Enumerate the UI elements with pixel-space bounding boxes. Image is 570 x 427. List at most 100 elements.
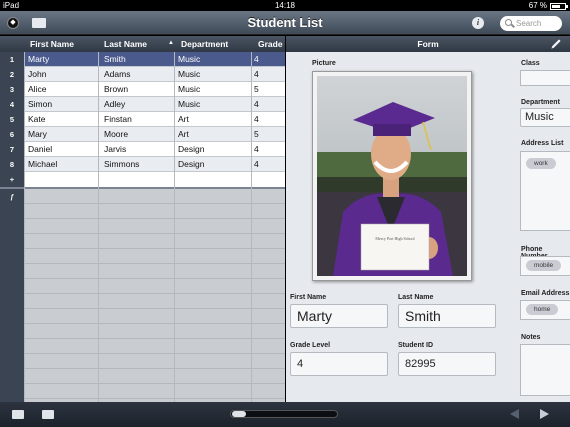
table-row[interactable]: Marty Smith Music 4 bbox=[24, 52, 285, 67]
notes-field[interactable] bbox=[520, 344, 570, 396]
add-record-icon[interactable] bbox=[12, 410, 24, 419]
last-name-field[interactable]: Smith bbox=[398, 304, 496, 328]
table-header: First Name Last Name ▲ Department Grade bbox=[0, 36, 285, 52]
table-row[interactable]: Kate Finstan Art 4 bbox=[24, 112, 285, 127]
table-cell-grade[interactable]: 4 bbox=[254, 112, 259, 127]
table-cell-dept[interactable]: Music bbox=[178, 97, 200, 112]
previous-record-arrow-icon[interactable] bbox=[510, 409, 519, 419]
table-cell-dept[interactable]: Music bbox=[178, 67, 200, 82]
table-cell-grade[interactable]: 4 bbox=[254, 142, 259, 157]
table-cell-first[interactable]: Kate bbox=[28, 112, 46, 127]
table-cell-first[interactable]: Alice bbox=[28, 82, 46, 97]
address-list-label: Address List bbox=[521, 140, 564, 147]
formula-icon[interactable]: f bbox=[0, 189, 24, 204]
battery-icon bbox=[550, 2, 568, 10]
table-cell-first[interactable]: Simon bbox=[28, 97, 52, 112]
student-photo[interactable]: Mercy Port High School bbox=[312, 71, 472, 281]
class-field[interactable] bbox=[520, 70, 570, 86]
row-number[interactable]: 5 bbox=[0, 112, 24, 127]
row-number[interactable]: 4 bbox=[0, 97, 24, 112]
row-number[interactable]: 1 bbox=[0, 52, 24, 67]
info-button[interactable]: i bbox=[472, 17, 484, 29]
empty-row bbox=[24, 219, 285, 234]
row-number[interactable]: 3 bbox=[0, 82, 24, 97]
table-cell-last[interactable]: Moore bbox=[104, 127, 128, 142]
next-record-arrow-icon[interactable] bbox=[540, 409, 549, 419]
table-cell-first[interactable]: John bbox=[28, 67, 46, 82]
search-placeholder: Search bbox=[516, 19, 542, 28]
email-type-pill[interactable]: home bbox=[526, 304, 559, 315]
student-table: First Name Last Name ▲ Department Grade … bbox=[0, 36, 285, 402]
column-header-grade[interactable]: Grade bbox=[258, 39, 283, 49]
form-title: Form bbox=[417, 39, 439, 49]
search-icon bbox=[505, 19, 512, 26]
empty-row bbox=[24, 234, 285, 249]
table-cell-last[interactable]: Brown bbox=[104, 82, 128, 97]
row-number[interactable]: 2 bbox=[0, 67, 24, 82]
table-cell-last[interactable]: Adley bbox=[104, 97, 125, 112]
table-cell-dept[interactable]: Design bbox=[178, 142, 204, 157]
table-cell-last[interactable]: Jarvis bbox=[104, 142, 126, 157]
battery-indicator: 67 % bbox=[529, 0, 568, 11]
picture-label: Picture bbox=[312, 60, 336, 67]
column-header-last-name[interactable]: Last Name bbox=[104, 39, 147, 49]
first-name-label: First Name bbox=[290, 294, 327, 301]
table-cell-last[interactable]: Finstan bbox=[104, 112, 132, 127]
table-row[interactable]: Daniel Jarvis Design 4 bbox=[24, 142, 285, 157]
edit-pencil-icon[interactable] bbox=[550, 38, 562, 50]
table-cell-dept[interactable]: Design bbox=[178, 157, 204, 172]
empty-row bbox=[24, 309, 285, 324]
empty-row bbox=[24, 204, 285, 219]
table-cell-first[interactable]: Marty bbox=[28, 52, 49, 67]
table-cell-dept[interactable]: Music bbox=[178, 52, 200, 67]
table-cell-first[interactable]: Mary bbox=[28, 127, 47, 142]
student-id-field[interactable]: 82995 bbox=[398, 352, 496, 376]
empty-row bbox=[24, 384, 285, 399]
clock: 14:18 bbox=[274, 1, 296, 10]
table-cell-first[interactable]: Daniel bbox=[28, 142, 52, 157]
comment-icon[interactable] bbox=[42, 410, 54, 419]
row-number[interactable]: 8 bbox=[0, 157, 24, 172]
table-row[interactable]: John Adams Music 4 bbox=[24, 67, 285, 82]
first-name-field[interactable]: Marty bbox=[290, 304, 388, 328]
add-row[interactable] bbox=[24, 172, 285, 187]
table-row[interactable]: Simon Adley Music 4 bbox=[24, 97, 285, 112]
row-number-column: 1 2 3 4 5 6 7 8 + f bbox=[0, 52, 24, 402]
address-type-pill[interactable]: work bbox=[526, 158, 556, 169]
table-cell-last[interactable]: Simmons bbox=[104, 157, 139, 172]
class-label: Class bbox=[521, 60, 540, 67]
student-id-label: Student ID bbox=[398, 342, 433, 349]
table-cell-dept[interactable]: Music bbox=[178, 82, 200, 97]
empty-row bbox=[24, 189, 285, 204]
empty-row bbox=[24, 264, 285, 279]
empty-row bbox=[24, 279, 285, 294]
phone-type-pill[interactable]: mobile bbox=[526, 260, 562, 271]
empty-row bbox=[24, 369, 285, 384]
department-field[interactable]: Music bbox=[520, 108, 570, 127]
row-number[interactable]: 7 bbox=[0, 142, 24, 157]
table-cell-last[interactable]: Smith bbox=[104, 52, 126, 67]
table-cell-grade[interactable]: 5 bbox=[254, 127, 259, 142]
table-cell-dept[interactable]: Art bbox=[178, 127, 189, 142]
table-row[interactable]: Michael Simmons Design 4 bbox=[24, 157, 285, 172]
table-cell-grade[interactable]: 4 bbox=[254, 67, 259, 82]
column-header-department[interactable]: Department bbox=[181, 39, 228, 49]
grade-level-field[interactable]: 4 bbox=[290, 352, 388, 376]
table-cell-dept[interactable]: Art bbox=[178, 112, 189, 127]
add-row-plus-icon[interactable]: + bbox=[0, 172, 24, 187]
slider-knob[interactable] bbox=[232, 411, 246, 417]
row-number[interactable]: 6 bbox=[0, 127, 24, 142]
table-row[interactable]: Alice Brown Music 5 bbox=[24, 82, 285, 97]
table-cell-last[interactable]: Adams bbox=[104, 67, 130, 82]
table-cell-grade[interactable]: 4 bbox=[254, 157, 259, 172]
column-header-first-name[interactable]: First Name bbox=[30, 39, 74, 49]
search-input[interactable]: Search bbox=[500, 16, 562, 31]
empty-row bbox=[24, 249, 285, 264]
table-cell-grade[interactable]: 4 bbox=[254, 97, 259, 112]
record-scroller-slider[interactable] bbox=[230, 410, 338, 418]
table-cell-first[interactable]: Michael bbox=[28, 157, 57, 172]
email-address-label: Email Address bbox=[521, 290, 570, 297]
table-row[interactable]: Mary Moore Art 5 bbox=[24, 127, 285, 142]
table-cell-grade[interactable]: 4 bbox=[254, 52, 259, 67]
table-cell-grade[interactable]: 5 bbox=[254, 82, 259, 97]
